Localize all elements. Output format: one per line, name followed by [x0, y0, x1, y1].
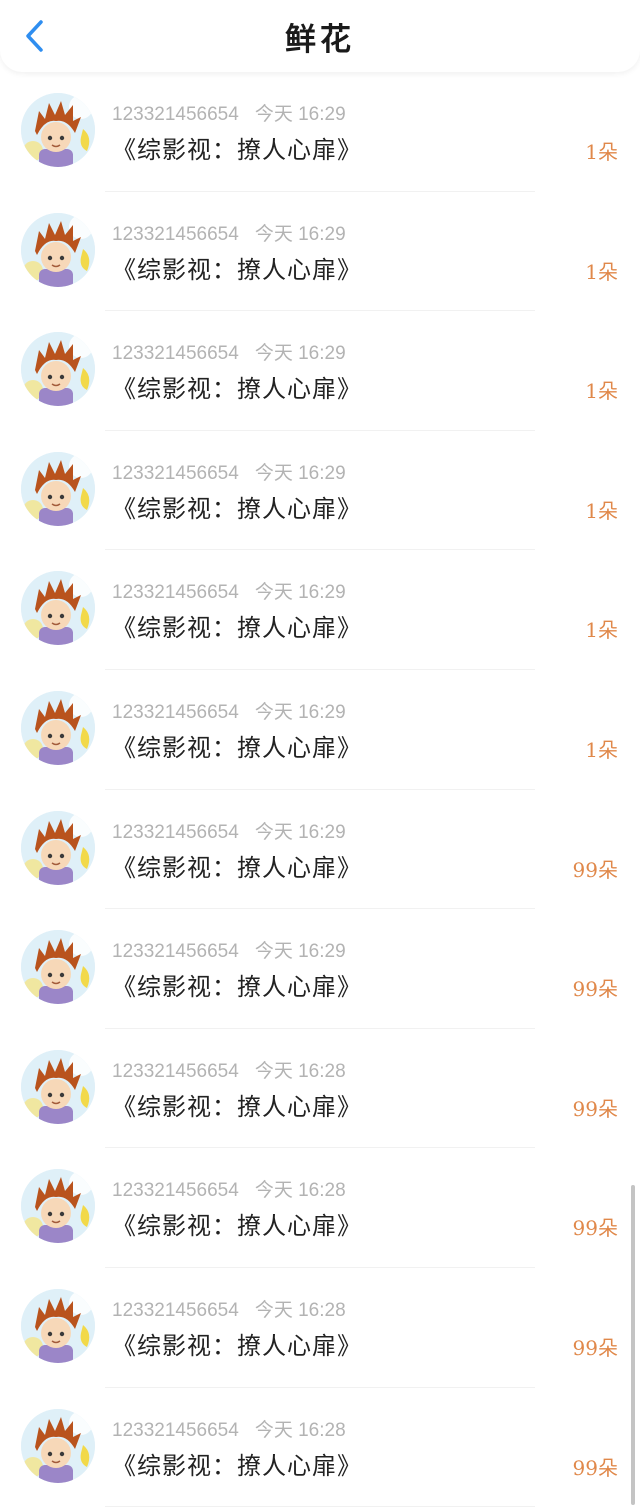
meta-line: 123321456654 今天 16:29: [112, 817, 346, 844]
book-title: 《综影视：撩人心扉》: [112, 1212, 362, 1241]
flower-list: 123321456654 今天 16:29 《综影视：撩人心扉》 1朵 12332…: [0, 72, 640, 1508]
book-title: 《综影视：撩人心扉》: [112, 1451, 362, 1480]
avatar[interactable]: [21, 93, 95, 167]
avatar[interactable]: [21, 1169, 95, 1244]
meta-line: 123321456654 今天 16:29: [112, 338, 346, 365]
meta-line: 123321456654 今天 16:29: [112, 99, 346, 126]
timestamp: 今天 16:29: [254, 582, 346, 604]
avatar[interactable]: [21, 332, 95, 407]
timestamp: 今天 16:28: [254, 1299, 346, 1321]
list-item[interactable]: 123321456654 今天 16:29 《综影视：撩人心扉》 1朵: [0, 431, 640, 551]
avatar[interactable]: [21, 212, 95, 287]
timestamp: 今天 16:28: [254, 1180, 346, 1202]
book-title: 《综影视：撩人心扉》: [112, 853, 362, 882]
user-id: 123321456654: [112, 343, 239, 365]
flower-count: 99朵: [572, 857, 618, 882]
user-id: 123321456654: [112, 462, 239, 484]
list-item[interactable]: 123321456654 今天 16:29 《综影视：撩人心扉》 99朵: [0, 790, 640, 910]
user-id: 123321456654: [112, 1060, 239, 1082]
list-item[interactable]: 123321456654 今天 16:28 《综影视：撩人心扉》 99朵: [0, 1388, 640, 1508]
user-id: 123321456654: [112, 104, 239, 125]
list-item[interactable]: 123321456654 今天 16:29 《综影视：撩人心扉》 1朵: [0, 670, 640, 790]
avatar[interactable]: [21, 690, 95, 765]
flower-count: 99朵: [572, 1096, 618, 1121]
avatar[interactable]: [21, 1288, 95, 1363]
scrollbar[interactable]: [631, 1185, 635, 1505]
flower-count: 99朵: [572, 1455, 618, 1480]
flower-count: 99朵: [572, 977, 618, 1002]
timestamp: 今天 16:28: [254, 1419, 346, 1441]
book-title: 《综影视：撩人心扉》: [112, 375, 362, 404]
user-id: 123321456654: [112, 1419, 239, 1441]
meta-line: 123321456654 今天 16:29: [112, 219, 346, 246]
user-id: 123321456654: [112, 582, 239, 604]
timestamp: 今天 16:28: [254, 1060, 346, 1082]
timestamp: 今天 16:29: [254, 223, 346, 245]
flower-count: 1朵: [585, 259, 618, 284]
timestamp: 今天 16:29: [254, 701, 346, 723]
user-id: 123321456654: [112, 821, 239, 843]
book-title: 《综影视：撩人心扉》: [112, 1331, 362, 1360]
flower-count: 1朵: [585, 618, 618, 643]
flower-count: 99朵: [572, 1335, 618, 1360]
list-item[interactable]: 123321456654 今天 16:28 《综影视：撩人心扉》 99朵: [0, 1148, 640, 1268]
meta-line: 123321456654 今天 16:29: [112, 936, 346, 963]
meta-line: 123321456654 今天 16:29: [112, 458, 346, 485]
avatar[interactable]: [21, 1049, 95, 1124]
page-title: 鲜花: [285, 22, 355, 58]
list-item[interactable]: 123321456654 今天 16:29 《综影视：撩人心扉》 1朵: [0, 550, 640, 670]
book-title: 《综影视：撩人心扉》: [112, 973, 362, 1002]
flower-count: 1朵: [585, 140, 618, 164]
top-nav-bar: 鲜花: [0, 0, 640, 72]
timestamp: 今天 16:29: [254, 941, 346, 963]
divider: [105, 1506, 535, 1508]
list-item[interactable]: 123321456654 今天 16:29 《综影视：撩人心扉》 99朵: [0, 909, 640, 1029]
meta-line: 123321456654 今天 16:29: [112, 697, 346, 724]
user-id: 123321456654: [112, 941, 239, 963]
list-item[interactable]: 123321456654 今天 16:28 《综影视：撩人心扉》 99朵: [0, 1268, 640, 1388]
flower-count: 1朵: [585, 737, 618, 762]
user-id: 123321456654: [112, 223, 239, 245]
book-title: 《综影视：撩人心扉》: [112, 733, 362, 762]
book-title: 《综影视：撩人心扉》: [112, 614, 362, 643]
meta-line: 123321456654 今天 16:28: [112, 1295, 346, 1322]
avatar[interactable]: [21, 810, 95, 885]
user-id: 123321456654: [112, 1299, 239, 1321]
list-item[interactable]: 123321456654 今天 16:29 《综影视：撩人心扉》 1朵: [0, 72, 640, 192]
timestamp: 今天 16:29: [254, 343, 346, 365]
user-id: 123321456654: [112, 701, 239, 723]
list-item[interactable]: 123321456654 今天 16:28 《综影视：撩人心扉》 99朵: [0, 1029, 640, 1149]
timestamp: 今天 16:29: [254, 104, 346, 125]
user-id: 123321456654: [112, 1180, 239, 1202]
avatar[interactable]: [21, 930, 95, 1005]
book-title: 《综影视：撩人心扉》: [112, 255, 362, 284]
avatar[interactable]: [21, 571, 95, 646]
avatar[interactable]: [21, 451, 95, 526]
book-title: 《综影视：撩人心扉》: [112, 494, 362, 523]
list-item[interactable]: 123321456654 今天 16:29 《综影视：撩人心扉》 1朵: [0, 311, 640, 431]
flower-count: 1朵: [585, 498, 618, 523]
meta-line: 123321456654 今天 16:28: [112, 1415, 346, 1442]
timestamp: 今天 16:29: [254, 462, 346, 484]
flower-count: 99朵: [572, 1216, 618, 1241]
timestamp: 今天 16:29: [254, 821, 346, 843]
list-item[interactable]: 123321456654 今天 16:29 《综影视：撩人心扉》 1朵: [0, 192, 640, 312]
meta-line: 123321456654 今天 16:28: [112, 1056, 346, 1083]
avatar[interactable]: [21, 1408, 95, 1483]
meta-line: 123321456654 今天 16:29: [112, 577, 346, 604]
book-title: 《综影视：撩人心扉》: [112, 1092, 362, 1121]
meta-line: 123321456654 今天 16:28: [112, 1175, 346, 1202]
book-title: 《综影视：撩人心扉》: [112, 136, 362, 164]
flower-count: 1朵: [585, 379, 618, 404]
